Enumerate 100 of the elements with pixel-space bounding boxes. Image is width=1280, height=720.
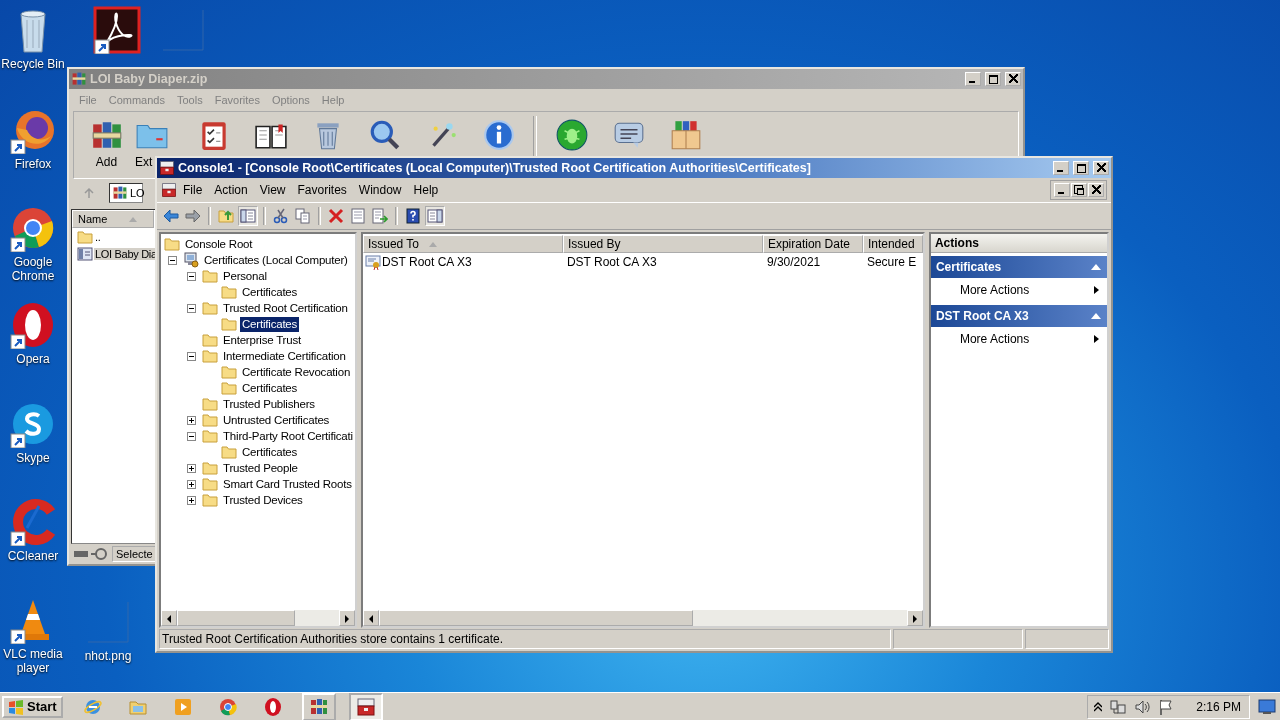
action-link[interactable]: More Actions [959,283,1030,297]
folder-icon [202,428,218,444]
section-header[interactable]: Certificates [930,256,1107,278]
horizontal-scrollbar[interactable] [362,610,923,626]
menu-item[interactable]: Help [407,183,445,197]
section-title[interactable]: Certificates [935,260,1002,274]
collapse-toggle[interactable] [167,255,177,265]
menu-item[interactable]: View [253,183,292,197]
tree-item[interactable]: Personal [221,268,269,284]
desktop-icon-label[interactable]: nhot.png [84,649,132,663]
folder-icon [202,332,218,348]
close-button[interactable] [1093,161,1109,175]
collapse-toggle[interactable] [186,271,196,281]
tree-item[interactable]: Certificates (Local Computer) [202,252,350,268]
path-field[interactable]: LO [109,183,143,203]
collapse-toggle[interactable] [186,303,196,313]
delete-icon[interactable] [326,206,346,226]
tree-item[interactable]: Certificates [240,444,300,460]
flag-icon[interactable] [1158,698,1175,715]
menu-item[interactable]: Favorites [291,183,353,197]
tree-item[interactable]: Trusted Devices [221,492,305,508]
section-header[interactable]: DST Root CA X3 [930,305,1107,327]
tree-item[interactable]: Intermediate Certification [221,348,348,364]
speaker-icon[interactable] [1134,698,1151,715]
tree-item[interactable]: Certificates [240,316,300,332]
folder-icon [202,460,218,476]
table-cell: Secure E [866,254,917,269]
folder-icon [202,268,218,284]
collapse-icon[interactable] [1091,264,1101,270]
tree-item[interactable]: Certificates [240,284,300,300]
tree-item[interactable]: Untrusted Certificates [221,412,332,428]
export-icon[interactable] [370,206,390,226]
network-icon[interactable] [1110,698,1127,715]
column-header[interactable]: Expiration Date [762,235,863,253]
desktop-icon-label[interactable]: Firefox [14,157,52,171]
tree-item[interactable]: Trusted Publishers [221,396,317,412]
minimize-button[interactable] [1054,183,1070,197]
tree-item[interactable]: Console Root [183,236,255,252]
desktop-icon-label[interactable]: Skype [16,451,50,465]
minimize-button[interactable] [1053,161,1069,175]
start-button[interactable]: Start [2,695,63,718]
tree-item[interactable]: Certificates [240,380,300,396]
column-header[interactable]: Intended [862,235,923,253]
desktop-icon-label[interactable]: CCleaner [7,549,59,563]
toolbar-label[interactable]: Ext [135,155,153,169]
toolbox-icon [159,160,175,176]
column-header[interactable]: Issued To [362,235,563,253]
expand-toggle[interactable] [186,415,196,425]
close-button[interactable] [1088,183,1104,197]
menu-item[interactable]: Action [208,183,254,197]
document-icon[interactable] [348,206,368,226]
folder-icon [164,236,180,252]
table-cell: DST Root CA X3 [566,254,657,269]
menu-item[interactable]: Window [352,183,408,197]
restore-button[interactable] [1071,183,1087,197]
actions-header: Actions [930,234,1107,253]
collapse-icon[interactable] [1091,313,1101,319]
section-title[interactable]: DST Root CA X3 [935,309,1029,323]
tree-item[interactable]: Trusted People [221,460,300,476]
panel-icon[interactable] [238,206,258,226]
table-cell: 9/30/2021 [766,254,821,269]
desktop-icon-label[interactable]: VLC media player [0,647,66,675]
horizontal-scrollbar[interactable] [161,610,355,626]
collapse-toggle[interactable] [186,351,196,361]
copy-icon[interactable] [293,206,313,226]
menu-item[interactable]: File [177,183,209,197]
books-icon[interactable] [301,692,336,720]
tree-item[interactable]: Smart Card Trusted Roots [221,476,354,492]
folder-icon [202,412,218,428]
panel-icon[interactable] [425,206,445,226]
help-icon[interactable] [403,206,423,226]
clock[interactable]: 2:16 PM [1196,699,1241,714]
submenu-arrow-icon [1094,286,1099,294]
file-name[interactable]: .. [94,230,102,243]
info-icon[interactable] [481,118,516,152]
column-header[interactable]: Name [72,210,154,228]
toolbox-icon[interactable] [348,692,383,720]
archive-icon [77,245,93,262]
tree-item[interactable]: Third-Party Root Certificati [221,428,355,444]
chevron-icon[interactable] [1094,701,1103,712]
tree-item[interactable]: Certificate Revocation [240,364,353,380]
show-desktop-icon[interactable] [1258,698,1276,715]
tree-item[interactable]: Enterprise Trust [221,332,303,348]
tree-item[interactable]: Trusted Root Certification [221,300,350,316]
toolbar-label[interactable]: Add [95,155,118,169]
bug-icon[interactable] [554,118,589,152]
desktop-icon-label[interactable]: Google Chrome [0,255,66,283]
pdf-icon[interactable] [93,6,141,54]
collapse-toggle[interactable] [186,431,196,441]
expand-toggle[interactable] [186,479,196,489]
window-title: LOI Baby Diaper.zip [90,72,208,86]
window-title: Console1 - [Console Root\Certificates (Local Computer)\Trusted Root Certification Authorities\Certificates] [178,161,811,175]
action-link[interactable]: More Actions [959,332,1030,346]
desktop-icon-label[interactable]: Recycle Bin [1,57,65,71]
column-header[interactable]: Issued By [562,235,763,253]
expand-toggle[interactable] [186,495,196,505]
app-icon[interactable] [9,498,57,546]
maximize-button[interactable] [1073,161,1089,175]
desktop-icon-label[interactable]: Opera [16,352,50,366]
expand-toggle[interactable] [186,463,196,473]
